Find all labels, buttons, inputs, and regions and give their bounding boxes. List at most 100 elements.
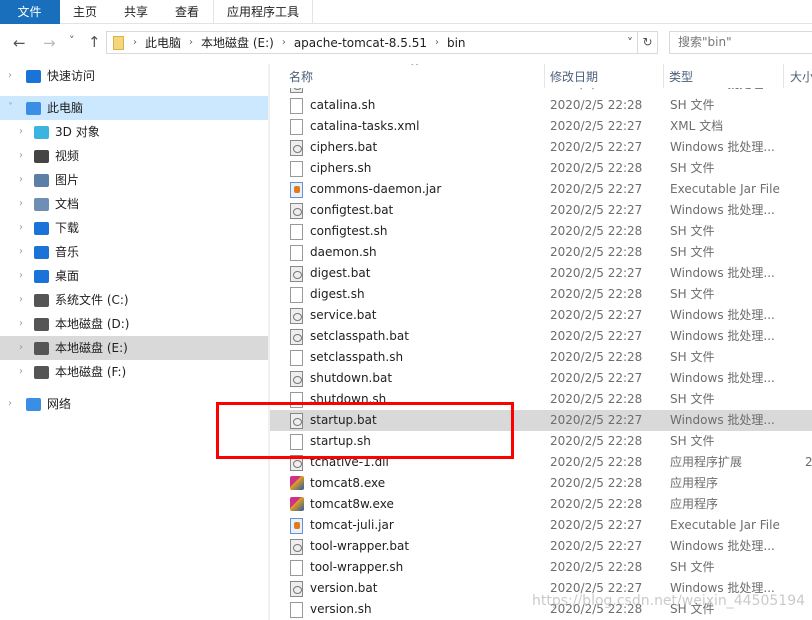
column-type[interactable]: 类型 (664, 64, 784, 88)
sidebar-item[interactable]: › 桌面 (0, 264, 268, 288)
file-row[interactable]: catalina.sh 2020/2/5 22:28 SH 文件 (270, 95, 812, 116)
file-date: 2020/2/5 22:28 (550, 287, 643, 301)
chevron-right-icon[interactable]: › (19, 360, 23, 384)
file-row[interactable]: ciphers.bat 2020/2/5 22:27 Windows 批处理... (270, 137, 812, 158)
file-name: commons-daemon.jar (310, 182, 442, 196)
file-row[interactable]: digest.sh 2020/2/5 22:28 SH 文件 (270, 284, 812, 305)
file-name: tool-wrapper.bat (310, 539, 410, 553)
chevron-right-icon[interactable]: › (19, 264, 23, 288)
breadcrumb-this-pc[interactable]: 此电脑 (145, 34, 181, 51)
drive-icon (34, 317, 49, 331)
sidebar-item[interactable]: › 系统文件 (C:) (0, 288, 268, 312)
file-date: 2020/2/5 22:28 (550, 161, 643, 175)
tab-share[interactable]: 共享 (111, 0, 162, 24)
breadcrumb-tomcat[interactable]: apache-tomcat-8.5.51 (294, 36, 427, 50)
back-button[interactable]: ← (13, 34, 26, 52)
up-button[interactable]: ↑ (88, 33, 101, 51)
search-input[interactable]: 搜索"bin" (669, 31, 812, 54)
chevron-right-icon[interactable]: › (19, 168, 23, 192)
file-row[interactable]: configtest.sh 2020/2/5 22:28 SH 文件 (270, 221, 812, 242)
file-file-icon (290, 602, 303, 618)
file-type: Windows 批处理... (670, 203, 775, 217)
chevron-right-icon[interactable]: › (19, 120, 23, 144)
music-icon (34, 245, 49, 259)
file-type: Windows 批处理... (670, 371, 775, 385)
address-dropdown-icon[interactable]: ˅ (627, 36, 633, 50)
file-date: 2020/2/5 22:27 (550, 539, 643, 553)
file-row[interactable]: daemon.sh 2020/2/5 22:28 SH 文件 (270, 242, 812, 263)
chevron-right-icon[interactable]: › (8, 392, 12, 416)
file-row[interactable]: tomcat8w.exe 2020/2/5 22:28 应用程序 (270, 494, 812, 515)
file-row[interactable]: tomcat-juli.jar 2020/2/5 22:27 Executable … (270, 515, 812, 536)
drive-icon (34, 293, 49, 307)
chevron-right-icon[interactable]: › (8, 64, 12, 88)
file-date: 2020/2/5 22:27 (550, 371, 643, 385)
file-row[interactable]: shutdown.bat 2020/2/5 22:27 Windows 批处理... (270, 368, 812, 389)
star-icon (26, 69, 41, 83)
file-type: SH 文件 (670, 224, 715, 238)
sidebar-item[interactable]: › 本地磁盘 (D:) (0, 312, 268, 336)
sidebar-item[interactable]: › 3D 对象 (0, 120, 268, 144)
file-row[interactable]: commons-daemon.jar 2020/2/5 22:27 Executab… (270, 179, 812, 200)
file-name: ciphers.sh (310, 161, 372, 175)
sidebar-item[interactable]: › 本地磁盘 (E:) (0, 336, 268, 360)
sidebar-item[interactable]: › 快速访问 (0, 64, 268, 88)
sidebar-item-label: 本地磁盘 (F:) (55, 365, 127, 379)
chevron-down-icon[interactable]: ˅ (8, 96, 13, 120)
column-header: ^ 名称 修改日期 类型 大小 (270, 64, 812, 88)
chevron-right-icon[interactable]: › (19, 192, 23, 216)
tab-app-tools[interactable]: 应用程序工具 (213, 0, 314, 24)
sidebar-item[interactable]: › 视频 (0, 144, 268, 168)
file-name: ciphers.bat (310, 140, 378, 154)
file-date: 2020/2/5 22:28 (550, 392, 643, 406)
sidebar-item[interactable]: ˅ 此电脑 (0, 96, 268, 120)
breadcrumb-drive-e[interactable]: 本地磁盘 (E:) (201, 34, 274, 51)
file-file-icon (290, 98, 303, 114)
file-date: 2020/2/5 22:27 (550, 329, 643, 343)
forward-button[interactable]: → (43, 34, 56, 52)
breadcrumb-bin[interactable]: bin (447, 36, 466, 50)
computer-icon (26, 101, 41, 115)
refresh-button[interactable]: ↻ (638, 31, 658, 54)
tab-home[interactable]: 主页 (60, 0, 111, 24)
file-date: 2020/2/5 22:28 (550, 224, 643, 238)
chevron-right-icon[interactable]: › (19, 312, 23, 336)
chevron-right-icon[interactable]: › (19, 216, 23, 240)
file-row[interactable]: catalina-tasks.xml 2020/2/5 22:27 XML 文档 (270, 116, 812, 137)
sidebar-item[interactable]: › 图片 (0, 168, 268, 192)
file-row[interactable]: tomcat8.exe 2020/2/5 22:28 应用程序 (270, 473, 812, 494)
file-type: 应用程序 (670, 476, 719, 490)
sidebar-item[interactable]: › 本地磁盘 (F:) (0, 360, 268, 384)
chevron-right-icon[interactable]: › (19, 144, 23, 168)
file-type: SH 文件 (670, 98, 715, 112)
file-row[interactable]: tool-wrapper.sh 2020/2/5 22:28 SH 文件 (270, 557, 812, 578)
address-bar[interactable]: › 此电脑 › 本地磁盘 (E:) › apache-tomcat-8.5.51 › b… (106, 31, 638, 54)
file-file-icon (290, 161, 303, 177)
tab-view[interactable]: 查看 (162, 0, 213, 24)
bat-file-icon (290, 371, 303, 387)
chevron-right-icon[interactable]: › (19, 240, 23, 264)
jar-file-icon (290, 518, 303, 534)
file-file-icon (290, 287, 303, 303)
file-row[interactable]: ciphers.sh 2020/2/5 22:28 SH 文件 (270, 158, 812, 179)
tab-file[interactable]: 文件 (0, 0, 60, 24)
file-row[interactable]: digest.bat 2020/2/5 22:27 Windows 批处理... (270, 263, 812, 284)
column-size[interactable]: 大小 (784, 64, 812, 88)
chevron-right-icon[interactable]: › (19, 288, 23, 312)
file-type: SH 文件 (670, 245, 715, 259)
file-row[interactable]: setclasspath.sh 2020/2/5 22:28 SH 文件 (270, 347, 812, 368)
file-name: digest.bat (310, 266, 371, 280)
sidebar-item[interactable]: › 文档 (0, 192, 268, 216)
column-name[interactable]: 名称 (270, 64, 545, 88)
file-row[interactable]: tool-wrapper.bat 2020/2/5 22:27 Windows 批处… (270, 536, 812, 557)
chevron-right-icon[interactable]: › (19, 336, 23, 360)
recent-locations-button[interactable]: ˅ (69, 34, 75, 47)
folder-icon (113, 35, 124, 50)
file-row[interactable]: setclasspath.bat 2020/2/5 22:27 Windows 批处… (270, 326, 812, 347)
column-date[interactable]: 修改日期 (545, 64, 664, 88)
bat-file-icon (290, 203, 303, 219)
sidebar-item[interactable]: › 音乐 (0, 240, 268, 264)
file-row[interactable]: configtest.bat 2020/2/5 22:27 Windows 批处理.… (270, 200, 812, 221)
file-row[interactable]: service.bat 2020/2/5 22:27 Windows 批处理... (270, 305, 812, 326)
sidebar-item[interactable]: › 下载 (0, 216, 268, 240)
